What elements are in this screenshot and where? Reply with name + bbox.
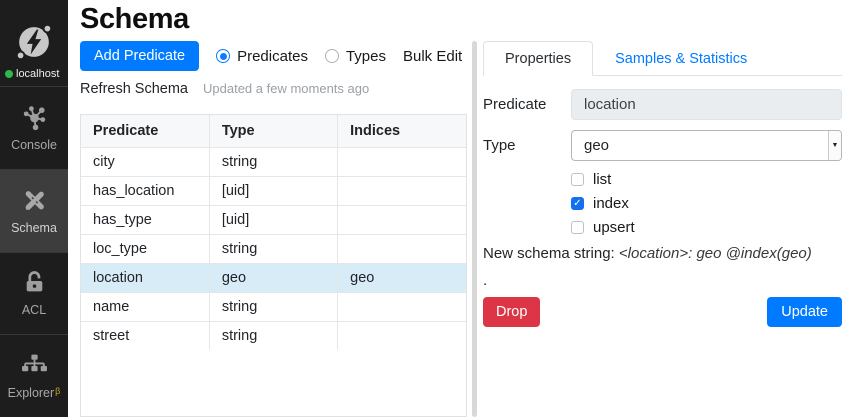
- sidebar-item-schema[interactable]: Schema: [0, 168, 68, 252]
- checkbox-upsert-label: upsert: [593, 219, 635, 236]
- dgraph-logo-icon: [11, 19, 57, 65]
- tab-samples-statistics[interactable]: Samples & Statistics: [593, 41, 769, 76]
- table-row-has-location[interactable]: has_location [uid]: [81, 176, 466, 206]
- app-window: localhost Console Schema ACL Explorer β …: [0, 0, 854, 417]
- tab-properties[interactable]: Properties: [483, 41, 594, 76]
- new-schema-string: New schema string: <location>: geo @inde…: [483, 245, 812, 262]
- drop-button[interactable]: Drop: [483, 297, 541, 327]
- table-row-street[interactable]: street string: [81, 321, 466, 351]
- sidebar-item-console[interactable]: Console: [0, 86, 68, 169]
- table-row-city[interactable]: city string: [81, 147, 466, 177]
- page-title: Schema: [80, 3, 189, 35]
- pencil-ruler-icon: [21, 187, 48, 214]
- table-row-has-type[interactable]: has_type [uid]: [81, 205, 466, 235]
- table-row-location-selected[interactable]: location geo geo: [81, 263, 466, 293]
- update-button[interactable]: Update: [767, 297, 842, 327]
- checkbox-unchecked-icon: [571, 173, 584, 186]
- schema-string-code: <location>: geo @index(geo): [618, 245, 812, 262]
- select-caret-icon: ▼: [828, 131, 841, 160]
- radio-predicates-label: Predicates: [237, 47, 308, 65]
- connection-status-icon: [5, 70, 13, 78]
- predicate-properties-pane: Properties Samples & Statistics Predicat…: [477, 41, 854, 417]
- panel-tabs: Properties Samples & Statistics: [483, 41, 842, 76]
- sidebar-item-label: Explorer β: [7, 386, 61, 401]
- checkbox-index[interactable]: ✓ index: [571, 195, 842, 212]
- schema-list-pane: Add Predicate Predicates Types Bulk Edit…: [80, 41, 467, 417]
- sitemap-icon: [21, 352, 48, 379]
- table-row-loc-type[interactable]: loc_type string: [81, 234, 466, 264]
- server-indicator[interactable]: localhost: [1, 68, 67, 80]
- type-field-label: Type: [483, 137, 516, 154]
- table-row-name[interactable]: name string: [81, 292, 466, 322]
- refresh-schema-button[interactable]: Refresh Schema: [80, 81, 188, 97]
- beta-badge: β: [55, 386, 61, 397]
- schema-toolbar: Add Predicate Predicates Types Bulk Edit: [80, 41, 467, 71]
- refresh-row: Refresh Schema Updated a few moments ago: [80, 81, 467, 97]
- server-label: localhost: [16, 68, 60, 80]
- radio-unselected-icon: [324, 49, 339, 63]
- sidebar: localhost Console Schema ACL Explorer β: [0, 0, 68, 417]
- predicate-form: Predicate location Type geo ▼ list ✓ ind…: [483, 76, 842, 327]
- checkbox-list[interactable]: list: [571, 171, 842, 188]
- radio-types[interactable]: Types: [324, 47, 386, 65]
- schema-string-period: .: [483, 272, 488, 289]
- column-header-indices: Indices: [337, 115, 466, 148]
- last-updated-text: Updated a few moments ago: [203, 81, 370, 96]
- main-area: Schema Add Predicate Predicates Types Bu…: [68, 0, 854, 417]
- predicates-table-container: Predicate Type Indices city string has_l…: [80, 114, 467, 417]
- form-actions: Drop Update: [483, 297, 842, 327]
- options-checkboxes: list ✓ index upsert: [571, 171, 842, 236]
- checkbox-checked-icon: ✓: [571, 197, 584, 210]
- checkbox-index-label: index: [593, 195, 629, 212]
- column-header-type: Type: [208, 115, 339, 148]
- radio-predicates[interactable]: Predicates: [216, 48, 308, 65]
- radio-selected-icon: [216, 49, 231, 63]
- graph-nodes-icon: [21, 104, 48, 131]
- sidebar-logo-block[interactable]: localhost: [0, 0, 68, 86]
- checkbox-unchecked-icon: [571, 221, 584, 234]
- predicate-name-input-disabled: location: [571, 89, 842, 120]
- sidebar-item-explorer[interactable]: Explorer β: [0, 334, 68, 417]
- sidebar-item-label: Schema: [11, 220, 57, 235]
- column-header-predicate: Predicate: [81, 115, 210, 148]
- type-select[interactable]: geo ▼: [571, 130, 842, 161]
- add-predicate-button[interactable]: Add Predicate: [80, 41, 200, 71]
- sidebar-item-acl[interactable]: ACL: [0, 251, 68, 335]
- predicates-table: Predicate Type Indices city string has_l…: [81, 115, 466, 351]
- predicate-field-label: Predicate: [483, 96, 547, 113]
- checkbox-upsert[interactable]: upsert: [571, 219, 842, 236]
- sidebar-item-label: ACL: [21, 303, 47, 318]
- checkbox-list-label: list: [593, 171, 612, 188]
- radio-types-label: Types: [345, 47, 386, 65]
- sidebar-item-label: Console: [11, 137, 57, 152]
- table-header-row: Predicate Type Indices: [81, 115, 466, 148]
- bulk-edit-button[interactable]: Bulk Edit: [403, 48, 462, 65]
- unlock-icon: [21, 269, 48, 296]
- type-select-value: geo: [584, 137, 610, 154]
